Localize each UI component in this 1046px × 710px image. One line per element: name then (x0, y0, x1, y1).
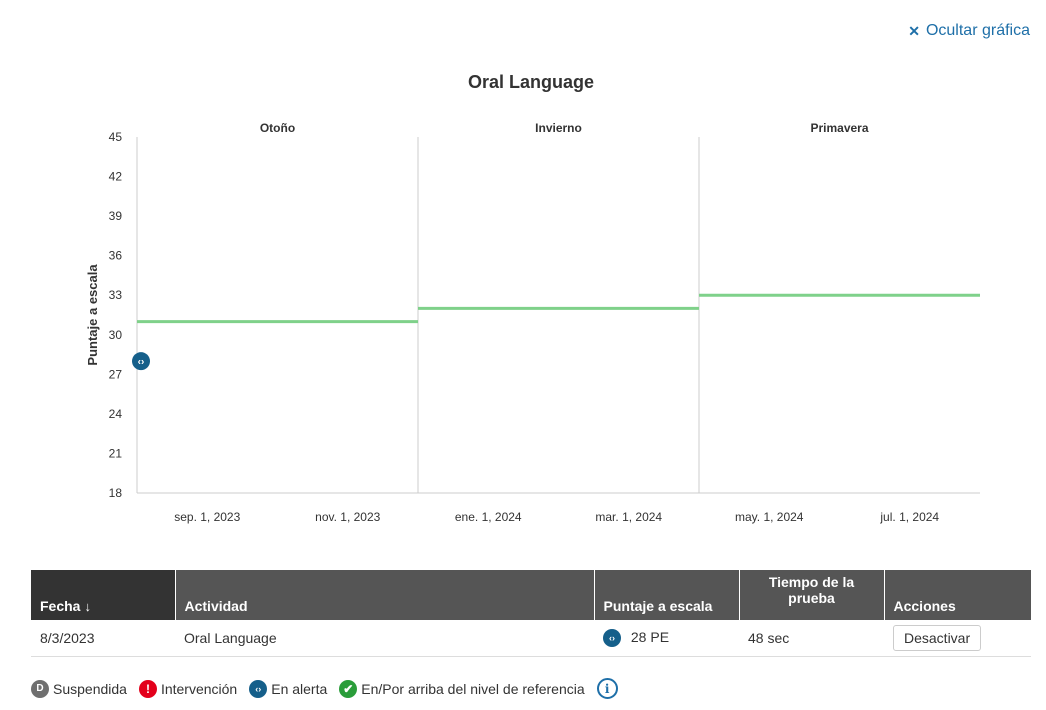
legend-alert: ‹› En alerta (249, 679, 328, 698)
y-tick-label: 18 (109, 486, 123, 500)
x-tick-label: nov. 1, 2023 (315, 510, 380, 524)
close-icon: ✕ (908, 22, 920, 39)
season-label: Otoño (260, 121, 295, 135)
legend-intervention: ! Intervención (138, 679, 238, 698)
y-tick-label: 27 (109, 367, 123, 381)
row-date: 8/3/2023 (31, 620, 175, 657)
y-tick-label: 30 (109, 328, 123, 342)
season-label: Invierno (535, 121, 582, 135)
x-tick-label: may. 1, 2024 (735, 510, 804, 524)
y-tick-label: 36 (109, 249, 123, 263)
column-header-actions: Acciones (884, 570, 1031, 620)
data-point-glyph: ‹› (138, 357, 145, 368)
legend-alert-label: En alerta (271, 680, 328, 697)
chart-title: Oral Language (467, 72, 595, 92)
hide-chart-label: Ocultar gráfica (925, 22, 1030, 39)
sort-down-icon: ↓ (84, 599, 91, 614)
legend-at-above: ✔ En/Por arriba del nivel de referencia (339, 679, 585, 698)
score-chart: Otoño Invierno Primavera 18 21 24 27 30 33 36 39 42… (85, 121, 980, 524)
row-actions: Desactivar (884, 620, 1031, 657)
deactivate-button[interactable]: Desactivar (893, 625, 982, 651)
legend-suspended: D Suspendida (31, 679, 127, 698)
y-axis-label: Puntaje a escala (85, 264, 100, 366)
column-header-activity: Actividad (175, 570, 595, 620)
checkmark-icon: ✔ (339, 679, 358, 698)
x-tick-label: ene. 1, 2024 (455, 510, 522, 524)
column-header-time: Tiempo de la prueba (739, 570, 885, 620)
y-tick-label: 33 (109, 288, 123, 302)
column-header-date[interactable]: Fecha ↓ (31, 570, 176, 620)
row-score-value: 28 PE (630, 628, 670, 645)
y-tick-label: 39 (109, 209, 123, 223)
x-tick-label: jul. 1, 2024 (879, 510, 939, 524)
alert-icon: ‹› (603, 629, 621, 648)
x-tick-label: mar. 1, 2024 (595, 510, 662, 524)
legend-at-above-label: En/Por arriba del nivel de referencia (361, 680, 585, 697)
y-tick-label: 24 (109, 407, 123, 421)
row-activity: Oral Language (175, 620, 594, 657)
y-tick-label: 21 (109, 446, 123, 460)
row-time: 48 sec (739, 620, 884, 657)
legend-intervention-label: Intervención (160, 680, 238, 697)
intervention-icon: ! (138, 679, 157, 698)
results-table: Fecha ↓ Actividad Puntaje a escala Tiempo… (31, 570, 1031, 657)
legend: D Suspendida ! Intervención ‹› En alerta… (31, 678, 618, 699)
hide-chart-link[interactable]: ✕ Ocultar gráfica (908, 22, 1030, 40)
legend-suspended-label: Suspendida (53, 680, 127, 697)
table-row: 8/3/2023 Oral Language ‹› 28 PE 48 sec D… (31, 620, 1031, 657)
column-header-date-label: Fecha (40, 598, 81, 614)
x-tick-label: sep. 1, 2023 (174, 510, 240, 524)
row-score: ‹› 28 PE (594, 620, 739, 657)
column-header-score: Puntaje a escala (594, 570, 740, 620)
suspended-icon: D (31, 679, 49, 698)
y-tick-label: 45 (109, 130, 123, 144)
info-icon[interactable]: i (596, 678, 618, 699)
season-label: Primavera (810, 121, 868, 135)
alert-icon: ‹› (249, 679, 268, 698)
y-tick-label: 42 (109, 170, 123, 184)
